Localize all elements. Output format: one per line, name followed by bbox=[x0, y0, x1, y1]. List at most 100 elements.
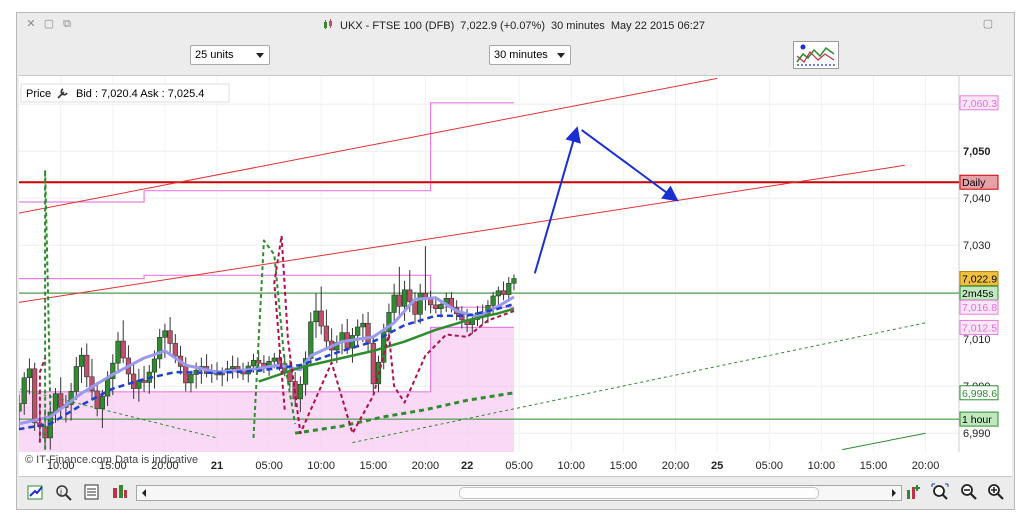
candle-body bbox=[26, 368, 33, 379]
candle-body bbox=[500, 290, 507, 295]
candle-body bbox=[32, 368, 38, 424]
price-label: Price bbox=[26, 88, 51, 100]
candle-body bbox=[172, 343, 178, 357]
candle-body bbox=[318, 310, 324, 327]
candle-body bbox=[391, 294, 397, 313]
candle-body bbox=[167, 330, 173, 344]
candle-body bbox=[287, 371, 293, 382]
x-tick-label: 22 bbox=[461, 460, 473, 472]
forecast-arrow bbox=[581, 129, 679, 202]
candle-body bbox=[396, 294, 402, 307]
candle-body bbox=[151, 358, 158, 373]
price-tag-label: 1 hour bbox=[962, 414, 992, 426]
candle-body bbox=[323, 325, 330, 342]
y-tick-label: 7,040 bbox=[963, 193, 991, 205]
zoom-out-icon[interactable] bbox=[960, 483, 978, 501]
interval-select[interactable]: 30 minutes bbox=[489, 45, 571, 65]
scroll-right-icon[interactable] bbox=[887, 486, 901, 500]
candle-body bbox=[355, 326, 361, 336]
units-select-value: 25 units bbox=[195, 49, 234, 61]
candle-body bbox=[297, 384, 303, 400]
title-symbol: UKX - FTSE 100 (DFB) bbox=[340, 20, 455, 32]
scroll-left-icon[interactable] bbox=[137, 486, 151, 500]
window-title: UKX - FTSE 100 (DFB) 7,022.9 (+0.07%) 30 m… bbox=[17, 19, 1014, 32]
candle-body bbox=[417, 292, 423, 315]
x-tick-label: 20:00 bbox=[662, 460, 690, 472]
price-tag-label: 6,998.6 bbox=[962, 388, 997, 400]
candle-body bbox=[365, 322, 371, 344]
candle-body bbox=[73, 366, 79, 392]
zoom-in-icon[interactable] bbox=[987, 483, 1005, 501]
candle-body bbox=[271, 357, 277, 362]
bid-ask-readout: Bid : 7,020.4 Ask : 7,025.4 bbox=[76, 88, 204, 100]
candle-body bbox=[511, 278, 517, 284]
candle-body bbox=[250, 360, 257, 367]
watermark: © IT-Finance.com Data is indicative bbox=[25, 454, 198, 466]
candle-body bbox=[21, 377, 27, 404]
candle-body bbox=[52, 393, 59, 413]
candle-body bbox=[94, 390, 100, 410]
candle-body bbox=[183, 366, 189, 384]
candle-body bbox=[438, 304, 444, 309]
units-select[interactable]: 25 units bbox=[190, 45, 270, 65]
candle-body bbox=[115, 340, 121, 364]
candle-body bbox=[157, 337, 163, 360]
candle-body bbox=[16, 403, 22, 412]
x-tick-label: 20:00 bbox=[412, 460, 440, 472]
chart-tools-icon[interactable] bbox=[793, 41, 839, 69]
x-tick-label: 15:00 bbox=[360, 460, 388, 472]
chart-window: ✕ ▢ ⧉ ▢ UKX - FTSE 100 (DFB) 7,022.9 (+0.… bbox=[8, 12, 1015, 510]
zoom-fit-icon[interactable] bbox=[931, 483, 949, 501]
x-tick-label: 20:00 bbox=[912, 460, 940, 472]
title-bar: ✕ ▢ ⧉ ▢ UKX - FTSE 100 (DFB) 7,022.9 (+0.… bbox=[17, 13, 1014, 37]
title-price: 7,022.9 (+0.07%) bbox=[460, 20, 545, 32]
bottom-toolbar: i bbox=[17, 477, 1014, 509]
x-tick-label: 10:00 bbox=[307, 460, 335, 472]
price-tag-label: 7,060.3 bbox=[962, 98, 997, 110]
candle-body bbox=[230, 366, 236, 370]
candle-icon bbox=[324, 19, 332, 29]
toolbar: 25 units 30 minutes bbox=[17, 37, 1014, 75]
price-tag-label: 7,016.8 bbox=[962, 302, 997, 314]
price-chart[interactable]: 6,9907,0007,0107,0307,0407,050 10:0015:0… bbox=[8, 76, 1012, 476]
svg-text:i: i bbox=[60, 487, 62, 497]
candle-body bbox=[308, 321, 314, 359]
chart-area[interactable]: 6,9907,0007,0107,0307,0407,050 10:0015:0… bbox=[8, 75, 1012, 477]
x-tick-label: 05:00 bbox=[255, 460, 283, 472]
channel-line bbox=[8, 164, 905, 305]
chevron-down-icon bbox=[557, 53, 565, 58]
candle-body bbox=[84, 354, 90, 378]
x-tick-label: 15:00 bbox=[860, 460, 888, 472]
info-icon[interactable]: i bbox=[55, 483, 73, 501]
price-tag-label: 2m45s bbox=[962, 288, 994, 300]
price-tag-label: 7,012.5 bbox=[962, 322, 997, 334]
candle-body bbox=[188, 374, 194, 384]
y-tick-label: 7,010 bbox=[963, 334, 991, 346]
x-tick-label: 25 bbox=[711, 460, 723, 472]
x-tick-label: 05:00 bbox=[505, 460, 533, 472]
candle-body bbox=[412, 301, 418, 315]
candle-body bbox=[401, 289, 408, 307]
y-tick-label: 7,050 bbox=[963, 146, 991, 158]
chart-add-icon[interactable] bbox=[904, 483, 922, 501]
bars-icon[interactable] bbox=[111, 483, 129, 501]
price-tag-label: 7,022.9 bbox=[962, 274, 997, 286]
title-datetime: May 22 2015 06:27 bbox=[610, 20, 705, 32]
time-scrollbar[interactable] bbox=[136, 485, 902, 501]
table-icon[interactable] bbox=[83, 483, 101, 501]
scroll-thumb[interactable] bbox=[459, 487, 819, 499]
envelope-upper bbox=[8, 102, 514, 203]
interval-select-value: 30 minutes bbox=[494, 49, 548, 61]
y-tick-label: 6,990 bbox=[963, 428, 991, 440]
x-tick-label: 05:00 bbox=[755, 460, 783, 472]
candle-body bbox=[490, 295, 496, 306]
chart-header: Price Bid : 7,020.4 Ask : 7,025.4 bbox=[20, 83, 230, 103]
candle-body bbox=[99, 395, 105, 410]
x-tick-label: 21 bbox=[211, 460, 223, 472]
indicator-line bbox=[842, 432, 926, 451]
candle-body bbox=[407, 289, 413, 302]
trend-icon[interactable] bbox=[27, 483, 45, 501]
candle-body bbox=[360, 322, 366, 328]
x-tick-label: 10:00 bbox=[808, 460, 836, 472]
candle-body bbox=[506, 282, 512, 295]
